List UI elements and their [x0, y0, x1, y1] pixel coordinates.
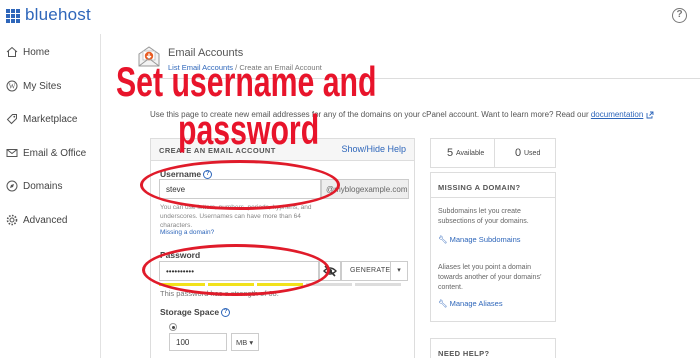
manage-aliases-link[interactable]: 🔧︎ Manage Aliases — [438, 299, 503, 308]
bluehost-logo-icon[interactable] — [6, 9, 20, 23]
missing-domain-title: MISSING A DOMAIN? — [438, 183, 521, 192]
available-label: Available — [456, 150, 485, 157]
sidebar-item-home[interactable]: Home — [0, 37, 101, 67]
show-hide-help-link[interactable]: Show/Hide Help — [341, 144, 406, 154]
tag-icon — [6, 113, 18, 125]
stats-divider — [494, 139, 495, 167]
top-bar: bluehost ? — [0, 0, 700, 34]
sidebar-item-label: My Sites — [23, 80, 62, 92]
sidebar-item-label: Home — [23, 46, 50, 58]
sidebar-item-label: Email & Office — [23, 147, 87, 159]
subdomains-description: Subdomains let you create subsections of… — [438, 208, 529, 225]
username-highlight-ellipse — [140, 160, 340, 210]
manage-subdomains-label: Manage Subdomains — [449, 235, 521, 244]
documentation-link[interactable]: documentation — [591, 110, 643, 119]
storage-radio[interactable] — [169, 323, 177, 331]
manage-aliases-label: Manage Aliases — [449, 299, 503, 308]
used-count: 0 — [515, 147, 522, 159]
card-divider — [431, 197, 555, 198]
password-highlight-ellipse — [142, 244, 330, 296]
wordpress-icon: W — [6, 80, 18, 92]
sidebar-item-marketplace[interactable]: Marketplace — [0, 104, 101, 134]
strength-bar-segment — [355, 283, 401, 286]
storage-unit-select[interactable]: MB ▾ — [231, 333, 259, 351]
svg-text:W: W — [9, 83, 16, 91]
wrench-icon: 🔧︎ — [438, 299, 448, 308]
sidebar-item-my-sites[interactable]: W My Sites — [0, 71, 101, 101]
storage-space-label-text: Storage Space — [160, 307, 220, 317]
missing-domain-card: MISSING A DOMAIN? Subdomains let you cre… — [430, 172, 556, 322]
sidebar: Home W My Sites Marketplace Email & Offi… — [0, 34, 101, 358]
available-count: 5 — [447, 147, 454, 159]
storage-input[interactable]: 100 — [169, 333, 227, 351]
help-icon[interactable]: ? — [672, 8, 687, 23]
gear-icon — [6, 214, 18, 226]
sidebar-item-label: Domains — [23, 180, 63, 192]
question-icon[interactable]: ? — [221, 308, 231, 318]
need-help-card: NEED HELP? — [430, 338, 556, 358]
generate-options-dropdown[interactable]: ▾ — [390, 261, 408, 281]
aliases-description: Aliases let you point a domain towards a… — [438, 264, 542, 291]
compass-icon — [6, 180, 18, 192]
wrench-icon: 🔧︎ — [438, 235, 448, 244]
annotation-line-1: Set username and — [116, 58, 377, 105]
sidebar-item-label: Marketplace — [23, 113, 78, 125]
sidebar-item-email-office[interactable]: Email & Office — [0, 138, 101, 168]
missing-domain-link[interactable]: Missing a domain? — [160, 229, 214, 236]
manage-subdomains-link[interactable]: 🔧︎ Manage Subdomains — [438, 235, 521, 244]
annotation-line-2: password — [178, 106, 320, 153]
storage-space-label: Storage Space? — [160, 307, 231, 318]
sidebar-item-domains[interactable]: Domains — [0, 171, 101, 201]
sidebar-item-label: Advanced — [23, 214, 68, 226]
home-icon — [6, 46, 18, 58]
sidebar-item-advanced[interactable]: Advanced — [0, 205, 101, 235]
used-label: Used — [524, 150, 541, 157]
account-stats: 5 Available 0 Used — [430, 138, 556, 168]
external-link-icon — [646, 111, 654, 119]
need-help-title: NEED HELP? — [438, 349, 490, 358]
envelope-icon — [6, 147, 18, 159]
brand-name[interactable]: bluehost — [25, 5, 91, 25]
